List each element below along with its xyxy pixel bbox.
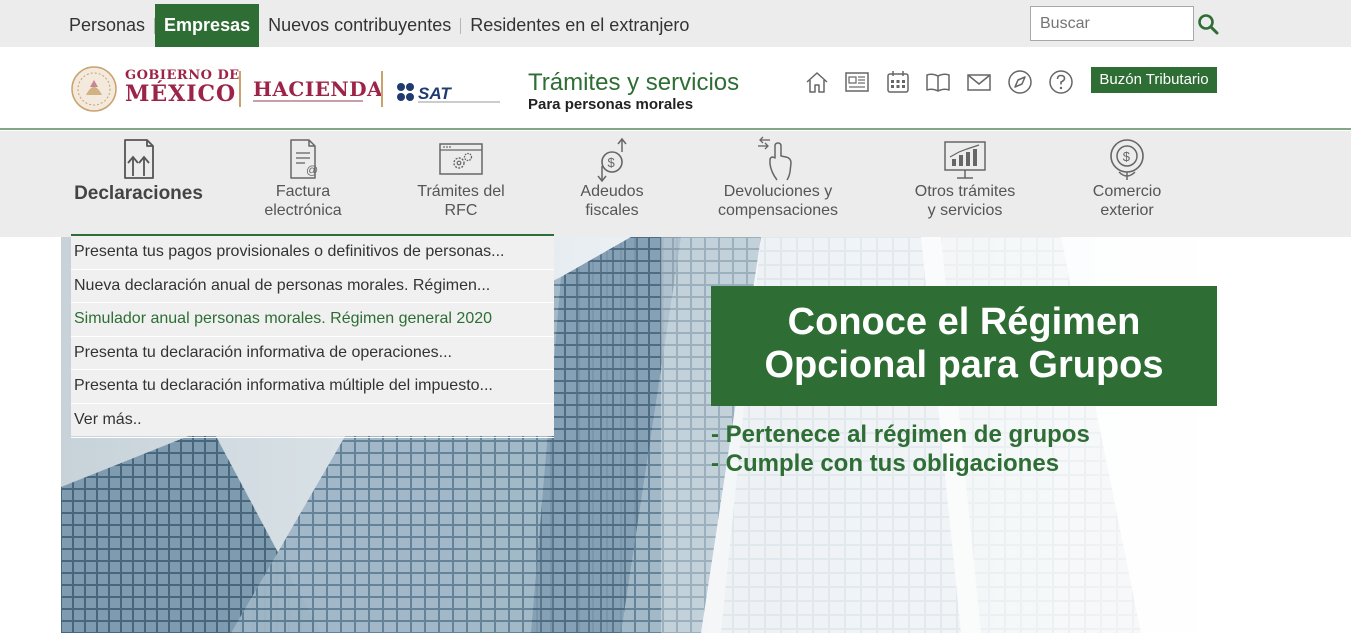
top-bar: Personas Empresas Nuevos contribuyentes … [0, 0, 1351, 47]
svg-text:$: $ [1123, 149, 1131, 164]
logo-divider [381, 71, 383, 107]
banner-title-line1: Conoce el Régimen [787, 301, 1141, 343]
comercio-icon: $ [1110, 139, 1144, 180]
book-icon[interactable] [925, 69, 951, 95]
dropdown-item[interactable]: Presenta tu declaración informativa de o… [71, 337, 554, 371]
mail-icon[interactable] [966, 69, 992, 95]
dropdown-ver-mas-link[interactable]: Ver más.. [71, 404, 554, 438]
category-label: Comercio exterior [1092, 183, 1162, 219]
gobierno-mexico-logo[interactable]: GOBIERNO DE MÉXICO [125, 69, 240, 105]
nav-residentes-extranjero[interactable]: Residentes en el extranjero [461, 4, 698, 47]
category-label: Otros trámites y servicios [914, 183, 1016, 219]
audience-nav: Personas Empresas Nuevos contribuyentes … [60, 4, 698, 47]
site-header: GOBIERNO DE MÉXICO HACIENDA SAT Trámites… [0, 47, 1351, 130]
category-factura-electronica[interactable]: @ Factura electrónica [243, 131, 363, 237]
svg-text:@: @ [306, 163, 318, 177]
search-input[interactable] [1030, 6, 1194, 41]
category-otros-tramites[interactable]: Otros trámites y servicios [899, 131, 1031, 237]
factura-icon: @ [290, 139, 318, 179]
dropdown-item[interactable]: Nueva declaración anual de personas mora… [71, 270, 554, 304]
nav-nuevos-contribuyentes[interactable]: Nuevos contribuyentes [259, 4, 460, 47]
category-nav: Declaraciones @ Factura electrónica Trámi… [0, 131, 1351, 237]
nav-personas[interactable]: Personas [60, 4, 154, 47]
category-label: Adeudos fiscales [580, 183, 644, 219]
category-label: Declaraciones [74, 183, 203, 204]
declaraciones-dropdown-menu: Presenta tus pagos provisionales o defin… [71, 234, 554, 438]
category-comercio-exterior[interactable]: $ Comercio exterior [1078, 131, 1176, 237]
dropdown-item[interactable]: Presenta tus pagos provisionales o defin… [71, 236, 554, 270]
category-devoluciones-compensaciones[interactable]: Devoluciones y compensaciones [703, 131, 853, 237]
declaraciones-icon [123, 139, 154, 179]
logo-divider [239, 71, 241, 107]
devoluciones-icon [758, 136, 792, 181]
mexico-emblem-logo[interactable] [70, 65, 118, 113]
category-declaraciones[interactable]: Declaraciones [70, 131, 207, 237]
compass-icon[interactable] [1007, 69, 1033, 95]
hacienda-logo[interactable]: HACIENDA [253, 77, 383, 101]
help-icon[interactable] [1048, 69, 1074, 95]
hero-bullet: - Cumple con tus obligaciones [711, 450, 1060, 477]
header-subtitle: Para personas morales [528, 96, 694, 113]
hero-bullets: - Pertenece al régimen de grupos - Cumpl… [711, 420, 1090, 478]
rfc-icon [439, 143, 483, 175]
category-label: Trámites del RFC [417, 183, 505, 219]
search-icon[interactable] [1196, 12, 1220, 36]
svg-text:$: $ [608, 155, 616, 170]
sat-logo-text: SAT [418, 84, 452, 103]
otros-tramites-icon [944, 141, 986, 179]
banner-title-line2: Opcional para Grupos [764, 344, 1164, 386]
newspaper-icon[interactable] [844, 69, 870, 95]
adeudos-icon: $ [597, 137, 627, 182]
nav-empresas[interactable]: Empresas [155, 4, 260, 47]
regimen-opcional-banner[interactable]: Conoce el Régimen Opcional para Grupos [711, 286, 1217, 406]
dropdown-item[interactable]: Simulador anual personas morales. Régime… [71, 303, 554, 337]
category-adeudos-fiscales[interactable]: $ Adeudos fiscales [562, 131, 662, 237]
hero-bullet: - Pertenece al régimen de grupos [711, 421, 1090, 448]
sat-logo[interactable]: SAT [396, 80, 502, 104]
category-label: Devoluciones y compensaciones [717, 183, 839, 219]
calendar-icon[interactable] [885, 69, 911, 95]
category-label: Factura electrónica [264, 183, 342, 219]
home-icon[interactable] [804, 69, 830, 95]
hacienda-subline [253, 100, 363, 102]
header-title: Trámites y servicios [528, 69, 740, 96]
category-tramites-rfc[interactable]: Trámites del RFC [398, 131, 524, 237]
buzon-tributario-button[interactable]: Buzón Tributario [1091, 67, 1217, 93]
dropdown-item[interactable]: Presenta tu declaración informativa múlt… [71, 370, 554, 404]
logo-gobierno-line2: MÉXICO [125, 81, 237, 107]
